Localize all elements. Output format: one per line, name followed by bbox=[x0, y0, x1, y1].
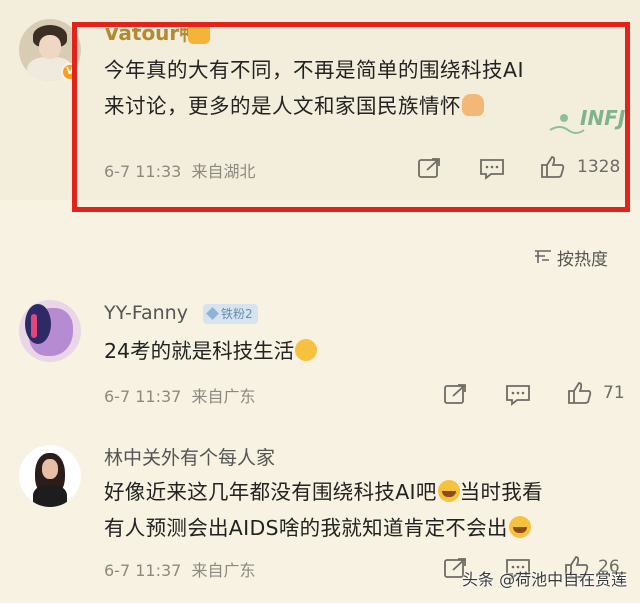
comment-meta: 6-7 11:37 来自广东 bbox=[104, 387, 256, 406]
sort-icon[interactable] bbox=[533, 247, 553, 265]
comment-text: 好像近来这几年都没有围绕科技AI吧 当时我看 有人预测会出AIDS啥的我就知道肯定… bbox=[104, 480, 543, 540]
laugh-cry-emoji-icon bbox=[508, 516, 531, 538]
watermark: 头条 @荷池中自在赏莲 bbox=[462, 570, 628, 589]
avatar[interactable] bbox=[19, 445, 81, 507]
avatar[interactable] bbox=[19, 300, 81, 362]
like-count: 71 bbox=[603, 383, 625, 403]
fan-badge: 铁粉2 bbox=[203, 304, 258, 324]
laugh-cry-emoji-icon bbox=[437, 480, 460, 502]
emoji-icon bbox=[295, 339, 318, 361]
highlight-frame bbox=[72, 22, 630, 212]
comment-username[interactable]: YY-Fanny bbox=[104, 302, 188, 324]
share-icon[interactable] bbox=[443, 382, 469, 406]
like-icon[interactable] bbox=[567, 381, 593, 405]
comment-username[interactable]: 林中关外有个每人家 bbox=[104, 443, 275, 470]
comment-text: 24考的就是科技生活 bbox=[104, 334, 318, 368]
comment-icon[interactable] bbox=[505, 383, 531, 407]
sort-by-hot-button[interactable]: 按热度 bbox=[557, 245, 608, 270]
comment-page: V Vatour鸭 今年真的大有不同，不再是简单的围绕科技AI 来讨论，更多的是… bbox=[0, 0, 640, 603]
comment-meta: 6-7 11:37 来自广东 bbox=[104, 561, 256, 580]
